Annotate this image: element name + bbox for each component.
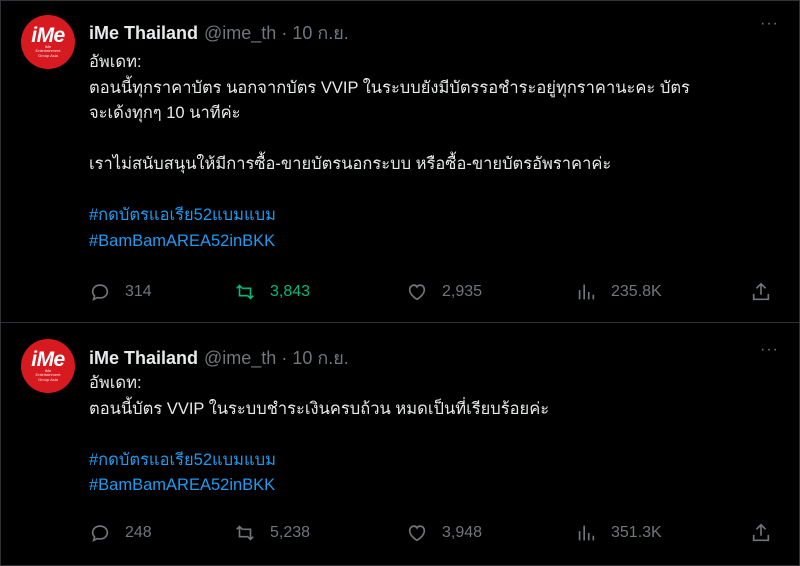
views-button[interactable]: 235.8K bbox=[575, 281, 662, 303]
tweet[interactable]: iMe iMe Entertainment Group Asia iMe Tha… bbox=[1, 1, 799, 323]
tweet-line bbox=[89, 127, 779, 153]
tweet-line: จะเด้งทุกๆ 10 นาทีค่ะ bbox=[89, 104, 241, 122]
views-icon bbox=[578, 525, 595, 541]
like-icon bbox=[408, 525, 426, 542]
share-button[interactable] bbox=[750, 281, 772, 303]
views-button[interactable]: 351.3K bbox=[575, 522, 662, 544]
tweet-line: ตอนนี้บัตร VVIP ในระบบชำระเงินครบถ้วน หม… bbox=[89, 399, 550, 418]
tweet-line bbox=[89, 422, 779, 448]
hashtag-link[interactable]: #กดบัตรแอเรีย52แบมแบม bbox=[89, 203, 779, 229]
display-name[interactable]: iMe Thailand bbox=[89, 348, 198, 369]
reply-icon bbox=[91, 525, 109, 542]
like-button[interactable]: 2,935 bbox=[406, 281, 482, 303]
retweet-icon bbox=[236, 525, 254, 541]
retweet-icon bbox=[236, 284, 254, 300]
tweet-actions: 314 3,843 2,935 235.8K bbox=[89, 281, 779, 305]
user-handle[interactable]: @ime_th bbox=[204, 23, 276, 44]
avatar-subtitle: iMe Entertainment Group Asia bbox=[35, 43, 61, 58]
tweet-line: ตอนนี้ทุกราคาบัตร นอกจากบัตร VVIP ในระบบ… bbox=[89, 78, 690, 97]
timeline: iMe iMe Entertainment Group Asia iMe Tha… bbox=[0, 0, 800, 566]
more-icon[interactable]: ··· bbox=[760, 341, 779, 359]
retweet-button[interactable]: 3,843 bbox=[234, 281, 310, 303]
tweet-date[interactable]: 10 ก.ย. bbox=[292, 18, 348, 47]
avatar-subtitle: iMe Entertainment Group Asia bbox=[35, 367, 61, 382]
tweet-date[interactable]: 10 ก.ย. bbox=[292, 343, 348, 372]
tweet[interactable]: iMe iMe Entertainment Group Asia iMe Tha… bbox=[1, 323, 799, 566]
retweet-count: 5,238 bbox=[270, 524, 311, 541]
reply-button[interactable]: 314 bbox=[89, 281, 152, 303]
avatar[interactable]: iMe iMe Entertainment Group Asia bbox=[21, 15, 75, 69]
like-icon bbox=[408, 284, 426, 301]
share-icon bbox=[752, 523, 770, 542]
like-count: 3,948 bbox=[442, 524, 483, 541]
user-handle[interactable]: @ime_th bbox=[204, 348, 276, 369]
more-icon[interactable]: ··· bbox=[760, 15, 779, 33]
like-button[interactable]: 3,948 bbox=[406, 522, 482, 544]
tweet-header: iMe Thailand @ime_th · 10 ก.ย. bbox=[89, 18, 349, 47]
avatar[interactable]: iMe iMe Entertainment Group Asia bbox=[21, 339, 75, 393]
tweet-text: อัพเดท: ตอนนี้ทุกราคาบัตร นอกจากบัตร VVI… bbox=[89, 50, 779, 254]
reply-icon bbox=[91, 284, 109, 301]
like-count: 2,935 bbox=[442, 283, 483, 300]
tweet-header: iMe Thailand @ime_th · 10 ก.ย. bbox=[89, 343, 349, 372]
avatar-logo: iMe bbox=[31, 23, 65, 47]
retweet-button[interactable]: 5,238 bbox=[234, 522, 310, 544]
hashtag-link[interactable]: #BamBamAREA52inBKK bbox=[89, 229, 779, 255]
separator: · bbox=[281, 23, 288, 43]
tweet-line: อัพเดท: bbox=[89, 53, 142, 71]
avatar-logo: iMe bbox=[31, 347, 65, 371]
tweet-line bbox=[89, 178, 779, 204]
views-count: 235.8K bbox=[611, 283, 662, 300]
hashtag-link[interactable]: #BamBamAREA52inBKK bbox=[89, 473, 779, 499]
display-name[interactable]: iMe Thailand bbox=[89, 23, 198, 44]
share-icon bbox=[752, 282, 770, 301]
views-icon bbox=[578, 284, 595, 300]
hashtag-link[interactable]: #กดบัตรแอเรีย52แบมแบม bbox=[89, 448, 779, 474]
tweet-text: อัพเดท: ตอนนี้บัตร VVIP ในระบบชำระเงินคร… bbox=[89, 371, 779, 499]
separator: · bbox=[281, 348, 288, 368]
tweet-line: เราไม่สนับสนุนให้มีการซื้อ-ขายบัตรนอกระบ… bbox=[89, 155, 612, 173]
retweet-count: 3,843 bbox=[270, 283, 311, 300]
share-button[interactable] bbox=[750, 522, 772, 544]
reply-button[interactable]: 248 bbox=[89, 522, 152, 544]
reply-count: 248 bbox=[125, 524, 152, 541]
reply-count: 314 bbox=[125, 283, 152, 300]
views-count: 351.3K bbox=[611, 524, 662, 541]
tweet-actions: 248 5,238 3,948 351.3K bbox=[89, 522, 779, 546]
tweet-line: อัพเดท: bbox=[89, 374, 142, 392]
